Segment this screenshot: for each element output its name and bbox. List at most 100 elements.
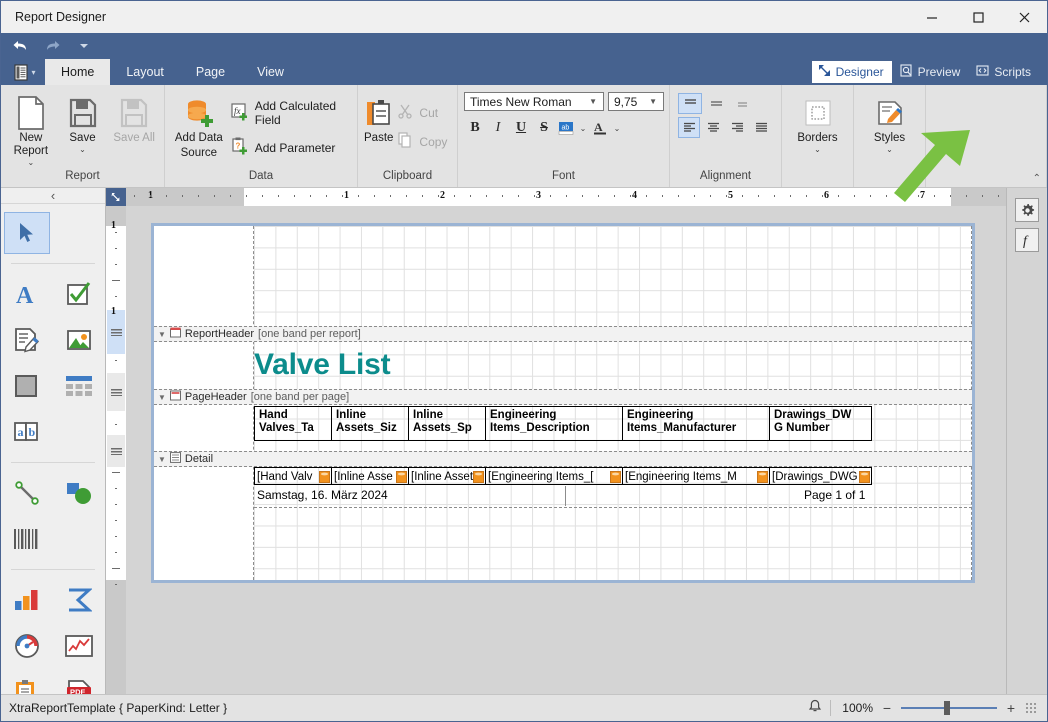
ribbon-tab-home[interactable]: Home [45,59,111,85]
font-color-button[interactable]: A [590,117,610,139]
strikethrough-button[interactable]: S [533,117,555,139]
align-top-button[interactable] [678,93,702,114]
report-title-control[interactable]: Valve List [254,346,494,384]
data-binding-icon[interactable] [859,470,870,483]
detail-field-cell[interactable]: [Engineering Items_M [622,467,770,485]
chevron-down-icon[interactable]: ▼ [158,455,166,464]
band-ruler-marker[interactable] [107,435,125,467]
paste-button[interactable]: Paste [362,92,395,147]
band-header-detail[interactable]: ▼ Detail [154,451,972,467]
zoom-in-button[interactable]: + [1005,700,1017,716]
report-canvas[interactable]: ▼ ReportHeader [one band per report] Val… [126,206,1006,694]
toolbox-item-barcode-tool[interactable] [1,516,53,562]
detail-field-cell[interactable]: [Drawings_DWG [769,467,872,485]
detail-field-cell[interactable]: [Inline Asse [331,467,409,485]
footer-date-control[interactable]: Samstag, 16. März 2024 [257,488,388,502]
toolbox-item-check-box-tool[interactable] [53,271,105,317]
close-icon[interactable] [1001,1,1047,33]
chevron-down-icon[interactable]: ▼ [645,97,661,106]
ribbon-tab-layout[interactable]: Layout [110,59,180,85]
borders-button[interactable]: Borders ⌄ [786,92,849,155]
horizontal-ruler-track[interactable]: 11234567 [126,188,1006,206]
redo-icon[interactable] [41,36,63,56]
minimize-icon[interactable] [909,1,955,33]
toolbox-item-label-tool[interactable]: A [1,271,53,317]
ribbon-tab-view[interactable]: View [241,59,300,85]
toolbox-item-gauge-tool[interactable] [1,623,53,669]
toolbox-item-pointer-tool[interactable] [4,212,50,254]
zoom-slider[interactable] [901,700,997,716]
chevron-down-icon[interactable]: ⌄ [27,159,34,167]
data-binding-icon[interactable] [757,470,768,483]
column-header-cell[interactable]: Engineering Items_Manufacturer [622,406,770,441]
tab-designer[interactable]: Designer [811,61,892,83]
font-size-combo[interactable]: 9,75 ▼ [608,92,664,111]
align-left-button[interactable] [678,117,701,138]
chevron-down-icon[interactable]: ⌄ [886,146,893,154]
band-header-pageheader[interactable]: ▼ PageHeader [one band per page] [154,389,972,405]
styles-button[interactable]: Styles ⌄ [858,92,921,155]
column-header-cell[interactable]: Hand Valves_Ta [254,406,332,441]
tab-preview[interactable]: Preview [894,61,969,83]
toolbox-item-panel-tool[interactable] [1,363,53,409]
undo-icon[interactable] [9,36,31,56]
toolbox-item-sparkline-tool[interactable] [53,623,105,669]
maximize-icon[interactable] [955,1,1001,33]
vertical-ruler[interactable]: 11 [106,206,126,694]
report-page[interactable]: ▼ ReportHeader [one band per report] Val… [151,223,975,583]
toolbox-item-table-tool[interactable] [53,363,105,409]
quick-access-more-icon[interactable] [73,36,95,56]
bold-button[interactable]: B [464,117,486,139]
new-report-button[interactable]: New Report ⌄ [5,92,57,168]
detail-field-cell[interactable]: [Inline Asset [408,467,486,485]
bell-icon[interactable] [808,699,822,717]
resize-grip-icon[interactable] [1025,702,1037,714]
align-right-button[interactable] [727,117,749,138]
detail-field-cell[interactable]: [Hand Valv [254,467,332,485]
zoom-out-button[interactable]: − [881,700,893,716]
band-header-reportheader[interactable]: ▼ ReportHeader [one band per report] [154,326,972,342]
data-binding-icon[interactable] [473,470,484,483]
column-header-cell[interactable]: Drawings_DW G Number [769,406,872,441]
align-center-button[interactable] [702,117,724,138]
toolbox-item-line-tool[interactable] [1,470,53,516]
align-justify-button[interactable] [751,117,773,138]
highlight-chevron-down-icon[interactable]: ⌄ [577,124,589,133]
application-menu-icon[interactable]: ▾ [5,59,45,85]
align-middle-button[interactable] [704,93,728,114]
toolbox-item-picture-box-tool[interactable] [53,317,105,363]
toolbox-collapse-chevron-left-icon[interactable]: ‹ [1,188,105,204]
zoom-slider-thumb[interactable] [944,701,951,715]
data-binding-icon[interactable] [610,470,621,483]
data-binding-icon[interactable] [396,470,407,483]
band-ruler-marker[interactable] [107,373,125,411]
chevron-down-icon[interactable]: ▼ [158,330,166,339]
font-color-chevron-down-icon[interactable]: ⌄ [611,124,623,133]
italic-button[interactable]: I [487,117,509,139]
column-header-cell[interactable]: Inline Assets_Sp [408,406,486,441]
underline-button[interactable]: U [510,117,532,139]
toolbox-item-character-comb-tool[interactable]: ab [1,409,53,455]
toolbox-item-pivot-grid-tool[interactable] [53,577,105,623]
expressions-function-icon[interactable]: f [1015,228,1039,252]
toolbox-item-rich-text-tool[interactable] [1,317,53,363]
chevron-down-icon[interactable]: ⌄ [814,146,821,154]
add-parameter-button[interactable]: ? Add Parameter [229,134,353,161]
detail-field-cell[interactable]: [Engineering Items_[ [485,467,623,485]
band-ruler-marker[interactable] [107,310,125,354]
add-data-source-button[interactable]: Add Data Source [169,92,229,162]
column-header-cell[interactable]: Inline Assets_Siz [331,406,409,441]
save-button[interactable]: Save ⌄ [57,92,109,155]
add-calculated-field-button[interactable]: fx Add Calculated Field [229,96,353,130]
footer-page-control[interactable]: Page 1 of 1 [804,488,865,502]
chevron-down-icon[interactable]: ⌄ [79,146,86,154]
toolbox-item-chart-tool[interactable] [1,577,53,623]
chevron-down-icon[interactable]: ▼ [158,393,166,402]
font-family-combo[interactable]: Times New Roman ▼ [464,92,604,111]
ruler-corner-icon[interactable] [106,188,126,206]
toolbox-item-shape-tool[interactable] [53,470,105,516]
column-header-cell[interactable]: Engineering Items_Description [485,406,623,441]
align-bottom-button[interactable] [730,93,754,114]
ribbon-tab-page[interactable]: Page [180,59,241,85]
properties-gear-icon[interactable] [1015,198,1039,222]
